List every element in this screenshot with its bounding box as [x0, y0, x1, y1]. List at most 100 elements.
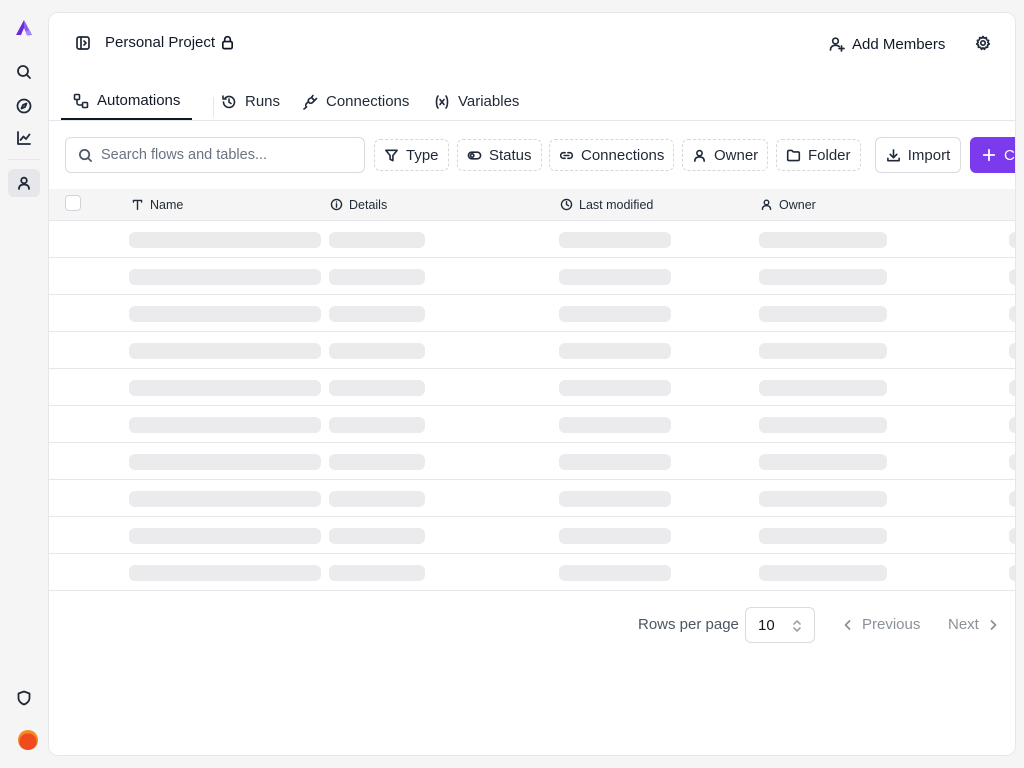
add-members-label: Add Members — [852, 35, 946, 53]
skeleton-cell — [1009, 565, 1015, 581]
column-header-label: Owner — [779, 197, 816, 212]
skeleton-cell — [129, 528, 321, 544]
toggle-icon — [467, 150, 482, 160]
lock-icon — [222, 35, 234, 50]
previous-label: Previous — [862, 616, 921, 633]
skeleton-cell — [759, 565, 887, 581]
skeleton-cell — [129, 491, 321, 507]
platform-admin-button[interactable] — [8, 684, 40, 712]
avatar[interactable] — [18, 730, 38, 750]
sidebar-toggle-button[interactable] — [75, 35, 91, 51]
select-all-checkbox[interactable] — [65, 195, 81, 211]
table-row — [49, 221, 1015, 258]
skeleton-cell — [559, 380, 671, 396]
link-icon — [559, 151, 574, 159]
shield-icon — [17, 690, 31, 706]
settings-button[interactable] — [975, 35, 991, 51]
tab-label: Variables — [458, 93, 520, 110]
skeleton-cell — [559, 306, 671, 322]
user-icon — [694, 149, 705, 162]
skeleton-cell — [759, 528, 887, 544]
table-row — [49, 258, 1015, 295]
tab-automations[interactable]: Automations — [61, 83, 193, 120]
skeleton-cell — [559, 565, 671, 581]
main-panel: Personal Project Add Members Automations… — [48, 12, 1016, 756]
skeleton-cell — [1009, 343, 1015, 359]
compass-icon — [16, 98, 32, 114]
next-page-button[interactable]: Next — [948, 616, 999, 633]
filter-owner-button[interactable]: Owner — [682, 139, 769, 171]
skeleton-cell — [329, 565, 425, 581]
column-header-name[interactable]: Name — [131, 189, 183, 220]
left-rail — [0, 0, 48, 768]
column-header-owner[interactable]: Owner — [760, 189, 816, 220]
skeleton-cell — [759, 343, 887, 359]
tab-connections[interactable]: Connections — [290, 83, 421, 120]
skeleton-cell — [759, 454, 887, 470]
skeleton-cell — [1009, 306, 1015, 322]
skeleton-cell — [759, 380, 887, 396]
filter-connections-button[interactable]: Connections — [549, 139, 675, 171]
create-flow-button[interactable]: Cr — [970, 137, 1015, 173]
create-label: Cr — [1004, 146, 1015, 164]
skeleton-cell — [129, 232, 321, 248]
explore-nav-button[interactable] — [8, 92, 40, 120]
table-row — [49, 295, 1015, 332]
rows-per-page-select[interactable]: 10 — [745, 607, 815, 643]
projects-nav-button[interactable] — [8, 169, 40, 197]
table-row — [49, 480, 1015, 517]
chevron-right-icon — [990, 619, 997, 630]
search-box[interactable] — [65, 137, 365, 173]
panel-toggle-icon — [76, 36, 90, 50]
tabs-divider — [49, 120, 1015, 121]
table-row — [49, 517, 1015, 554]
filter-type-button[interactable]: Type — [374, 139, 449, 171]
rail-divider — [8, 159, 40, 160]
skeleton-cell — [1009, 528, 1015, 544]
skeleton-cell — [1009, 491, 1015, 507]
skeleton-cell — [329, 343, 425, 359]
skeleton-cell — [559, 269, 671, 285]
import-button[interactable]: Import — [875, 137, 961, 173]
skeleton-cell — [129, 343, 321, 359]
column-header-label: Details — [349, 197, 388, 212]
skeleton-cell — [759, 306, 887, 322]
column-header-last-modified[interactable]: Last modified — [560, 189, 653, 220]
filter-label: Type — [406, 146, 439, 164]
search-nav-button[interactable] — [8, 58, 40, 86]
skeleton-cell — [759, 491, 887, 507]
search-icon — [17, 65, 31, 79]
tab-runs[interactable]: Runs — [209, 83, 292, 120]
previous-page-button[interactable]: Previous — [842, 616, 920, 633]
skeleton-cell — [1009, 417, 1015, 433]
user-icon — [18, 176, 30, 190]
skeleton-cell — [329, 417, 425, 433]
analytics-nav-button[interactable] — [8, 124, 40, 152]
text-type-icon — [132, 199, 143, 211]
user-plus-icon — [829, 37, 845, 52]
skeleton-cell — [329, 454, 425, 470]
skeleton-cell — [759, 417, 887, 433]
skeleton-cell — [559, 343, 671, 359]
filter-status-button[interactable]: Status — [457, 139, 542, 171]
info-icon — [330, 198, 343, 211]
skeleton-cell — [329, 380, 425, 396]
table-row — [49, 406, 1015, 443]
skeleton-cell — [1009, 269, 1015, 285]
filter-folder-button[interactable]: Folder — [776, 139, 861, 171]
search-icon — [79, 148, 92, 162]
search-input[interactable] — [101, 147, 351, 163]
skeleton-cell — [559, 232, 671, 248]
skeleton-cell — [759, 269, 887, 285]
brand-logo-icon[interactable] — [12, 16, 36, 40]
tab-variables[interactable]: Variables — [422, 83, 531, 120]
skeleton-cell — [1009, 380, 1015, 396]
column-header-details[interactable]: Details — [330, 189, 387, 220]
skeleton-cell — [329, 232, 425, 248]
project-title[interactable]: Personal Project — [105, 34, 235, 51]
tab-label: Connections — [326, 93, 410, 110]
variable-icon — [435, 94, 449, 109]
user-icon — [761, 199, 772, 211]
filter-label: Folder — [808, 146, 851, 164]
add-members-button[interactable]: Add Members — [829, 33, 945, 55]
